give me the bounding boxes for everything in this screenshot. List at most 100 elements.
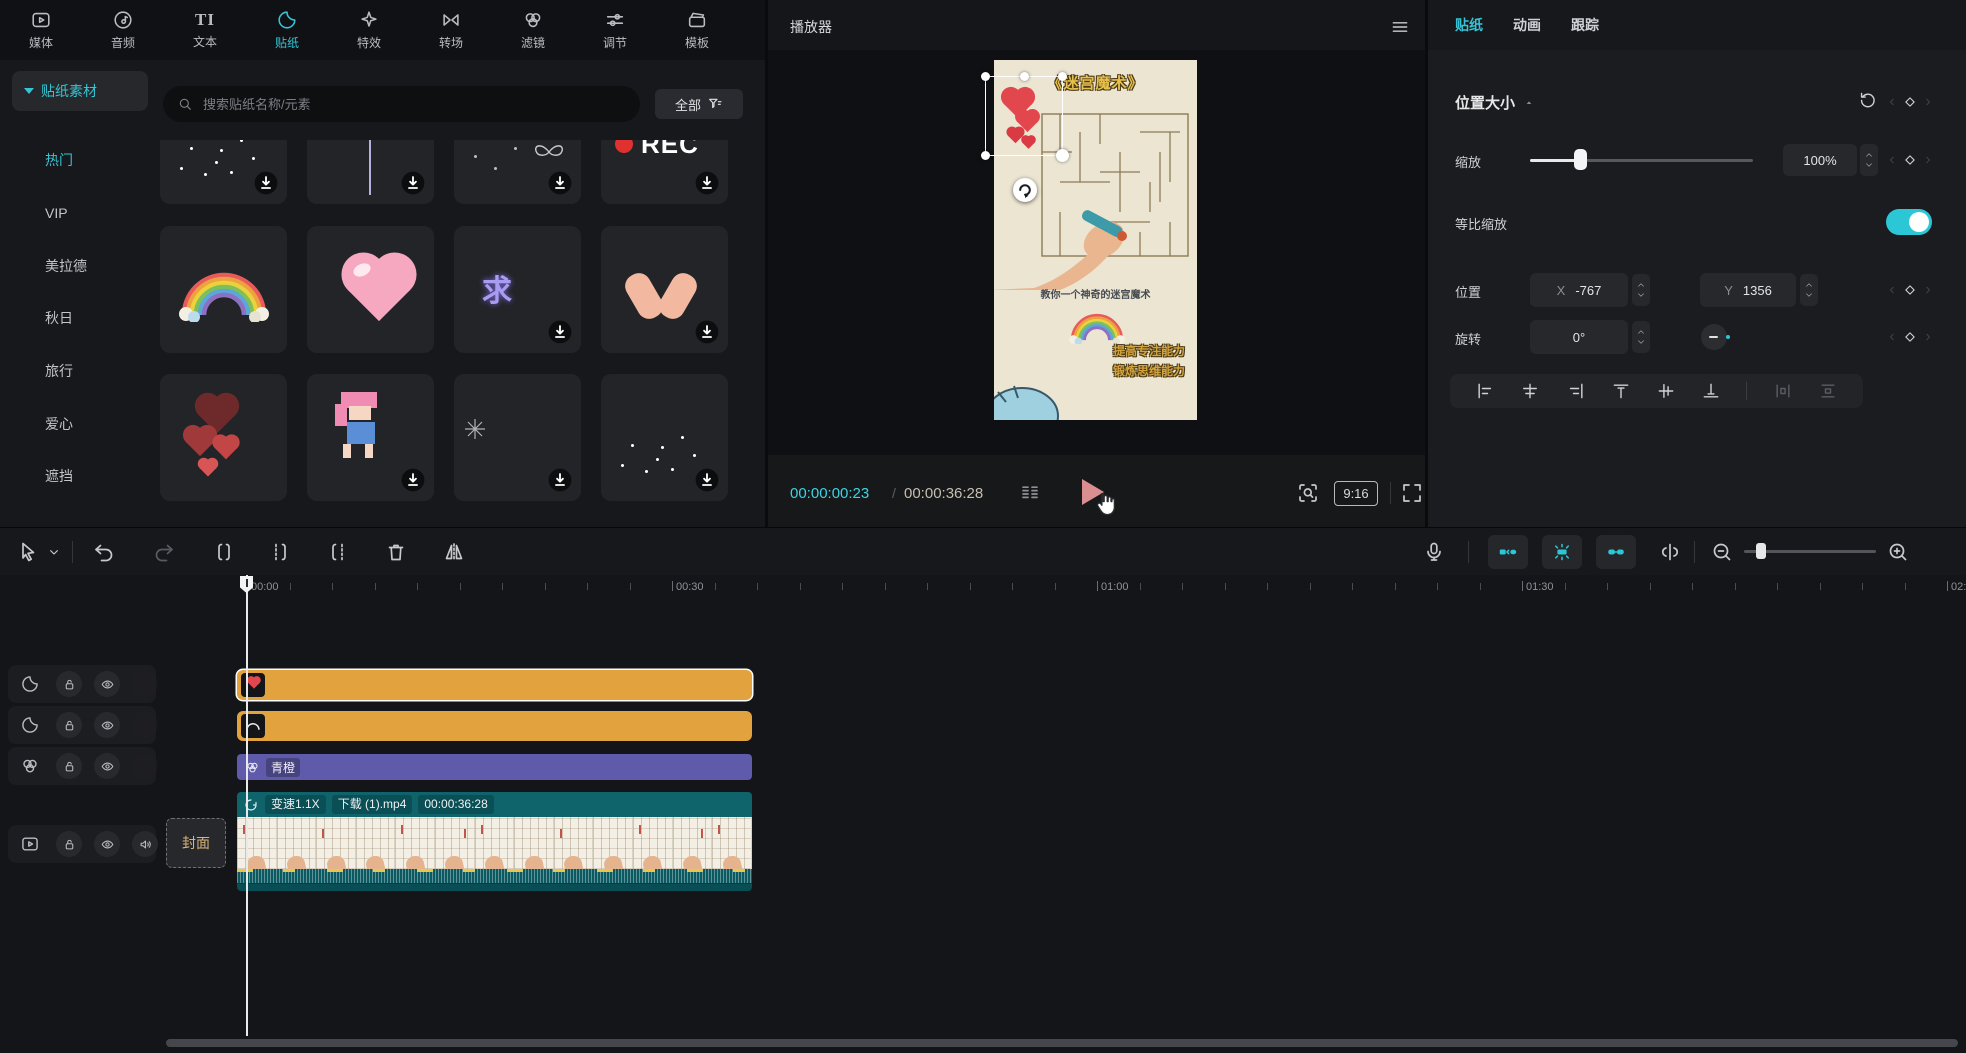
toolbar-text[interactable]: TI文本 bbox=[164, 0, 246, 60]
sticker-card-sparkles[interactable] bbox=[160, 140, 287, 204]
scale-stepper[interactable] bbox=[1860, 144, 1878, 176]
sticker-card-arrow-up[interactable] bbox=[307, 140, 434, 204]
zoom-in-icon[interactable] bbox=[1886, 540, 1910, 564]
selection-handle-br[interactable] bbox=[1056, 149, 1069, 162]
selection-handle-tl[interactable] bbox=[981, 72, 990, 81]
sticker-card-butterfly-sparkle[interactable] bbox=[454, 140, 581, 204]
toolbar-template[interactable]: 模板 bbox=[656, 0, 738, 60]
align-vcenter-icon[interactable] bbox=[1656, 381, 1676, 401]
speaker-icon[interactable] bbox=[132, 831, 158, 857]
tool-dropdown-icon[interactable] bbox=[46, 544, 62, 560]
fullscreen-icon[interactable] bbox=[1400, 481, 1424, 505]
lock-icon[interactable] bbox=[56, 712, 82, 738]
download-icon[interactable] bbox=[547, 467, 573, 493]
horizontal-scrollbar[interactable] bbox=[166, 1039, 1958, 1047]
eye-icon[interactable] bbox=[94, 712, 120, 738]
download-icon[interactable] bbox=[694, 467, 720, 493]
sticker-card-pink-heart[interactable] bbox=[307, 226, 434, 353]
filter-clip[interactable]: 青橙 bbox=[237, 754, 752, 780]
sidebar-root-sticker-material[interactable]: 贴纸素材 bbox=[12, 71, 148, 111]
toolbar-filter[interactable]: 滤镜 bbox=[492, 0, 574, 60]
search-input[interactable] bbox=[201, 96, 601, 113]
sticker-card-heart-hands[interactable] bbox=[601, 226, 728, 353]
eye-icon[interactable] bbox=[94, 671, 120, 697]
trim-left-icon[interactable] bbox=[268, 540, 292, 564]
aspect-ratio-button[interactable]: 9:16 bbox=[1334, 481, 1378, 506]
keyframe-diamond-icon[interactable] bbox=[1902, 282, 1918, 298]
sticker-card-qiu-text[interactable]: 求 bbox=[454, 226, 581, 353]
align-hcenter-icon[interactable] bbox=[1520, 381, 1540, 401]
cover-button[interactable]: 封面 bbox=[166, 818, 226, 868]
distribute-v-icon[interactable] bbox=[1818, 381, 1838, 401]
keyframe-next-icon[interactable] bbox=[1922, 284, 1934, 296]
rotate-handle-icon[interactable] bbox=[1013, 178, 1037, 202]
trim-right-icon[interactable] bbox=[326, 540, 350, 564]
toolbar-effects[interactable]: 特效 bbox=[328, 0, 410, 60]
scale-slider-handle[interactable] bbox=[1574, 149, 1587, 170]
download-icon[interactable] bbox=[694, 170, 720, 196]
linkage-toggle[interactable] bbox=[1542, 535, 1582, 569]
keyframe-prev-icon[interactable] bbox=[1886, 331, 1898, 343]
toolbar-sticker[interactable]: 贴纸 bbox=[246, 0, 328, 60]
sidebar-item-旅行[interactable]: 旅行 bbox=[45, 359, 145, 383]
preview-quality-icon[interactable] bbox=[1296, 481, 1320, 505]
selection-handle-top[interactable] bbox=[1020, 72, 1029, 81]
eye-icon[interactable] bbox=[94, 753, 120, 779]
download-icon[interactable] bbox=[253, 170, 279, 196]
position-x-stepper[interactable] bbox=[1632, 274, 1650, 306]
toolbar-audio[interactable]: 音频 bbox=[82, 0, 164, 60]
keyframe-prev-icon[interactable] bbox=[1886, 96, 1898, 108]
align-bottom-icon[interactable] bbox=[1701, 381, 1721, 401]
rotate-value-field[interactable]: 0° bbox=[1530, 320, 1628, 354]
keyframe-next-icon[interactable] bbox=[1922, 154, 1934, 166]
eye-icon[interactable] bbox=[94, 831, 120, 857]
rotate-dial[interactable] bbox=[1701, 324, 1727, 350]
subtitle-list-icon[interactable] bbox=[1018, 481, 1042, 505]
mirror-icon[interactable] bbox=[442, 540, 466, 564]
position-y-stepper[interactable] bbox=[1800, 274, 1818, 306]
current-timecode[interactable]: 00:00:00:23 bbox=[790, 485, 869, 502]
tab-动画[interactable]: 动画 bbox=[1513, 15, 1541, 35]
sidebar-item-遮挡[interactable]: 遮挡 bbox=[45, 464, 145, 488]
keyframe-prev-icon[interactable] bbox=[1886, 154, 1898, 166]
sticker-card-rainbow[interactable] bbox=[160, 226, 287, 353]
keyframe-prev-icon[interactable] bbox=[1886, 284, 1898, 296]
section-collapse-icon[interactable] bbox=[1524, 99, 1534, 107]
selection-box[interactable] bbox=[985, 76, 1063, 156]
download-icon[interactable] bbox=[547, 319, 573, 345]
keyframe-next-icon[interactable] bbox=[1922, 331, 1934, 343]
sticker-clip-2[interactable] bbox=[237, 711, 752, 741]
menu-icon[interactable] bbox=[1390, 17, 1410, 37]
keyframe-diamond-icon[interactable] bbox=[1902, 152, 1918, 168]
toolbar-transition[interactable]: 转场 bbox=[410, 0, 492, 60]
align-left-icon[interactable] bbox=[1475, 381, 1495, 401]
sticker-clip-1[interactable] bbox=[237, 670, 752, 700]
download-icon[interactable] bbox=[547, 170, 573, 196]
position-x-field[interactable]: X -767 bbox=[1530, 273, 1628, 307]
toolbar-adjust[interactable]: 调节 bbox=[574, 0, 656, 60]
keyframe-diamond-icon[interactable] bbox=[1902, 329, 1918, 345]
download-icon[interactable] bbox=[400, 170, 426, 196]
sidebar-item-爱心[interactable]: 爱心 bbox=[45, 412, 145, 436]
link-toggle[interactable] bbox=[1596, 535, 1636, 569]
filter-all-button[interactable]: 全部 bbox=[655, 89, 743, 119]
video-clip[interactable]: 变速1.1X 下载 (1).mp4 00:00:36:28 bbox=[237, 792, 752, 891]
selection-handle-bl[interactable] bbox=[981, 151, 990, 160]
download-icon[interactable] bbox=[400, 467, 426, 493]
sidebar-item-美拉德[interactable]: 美拉德 bbox=[45, 254, 145, 278]
timeline-ruler[interactable]: 00:0000:3001:0001:3002:00 bbox=[0, 575, 1966, 603]
zoom-slider-handle[interactable] bbox=[1756, 543, 1766, 559]
position-y-field[interactable]: Y 1356 bbox=[1700, 273, 1796, 307]
sticker-card-hearts-stack[interactable] bbox=[160, 374, 287, 501]
download-icon[interactable] bbox=[694, 319, 720, 345]
uniform-scale-toggle[interactable] bbox=[1886, 209, 1932, 235]
tab-跟踪[interactable]: 跟踪 bbox=[1571, 15, 1599, 35]
toolbar-media[interactable]: 媒体 bbox=[0, 0, 82, 60]
lock-icon[interactable] bbox=[56, 671, 82, 697]
sticker-card-pixel-girl[interactable] bbox=[307, 374, 434, 501]
lock-icon[interactable] bbox=[56, 753, 82, 779]
snap-toggle[interactable] bbox=[1488, 535, 1528, 569]
select-tool-icon[interactable] bbox=[16, 540, 40, 564]
distribute-h-icon[interactable] bbox=[1773, 381, 1793, 401]
redo-icon[interactable] bbox=[152, 540, 176, 564]
